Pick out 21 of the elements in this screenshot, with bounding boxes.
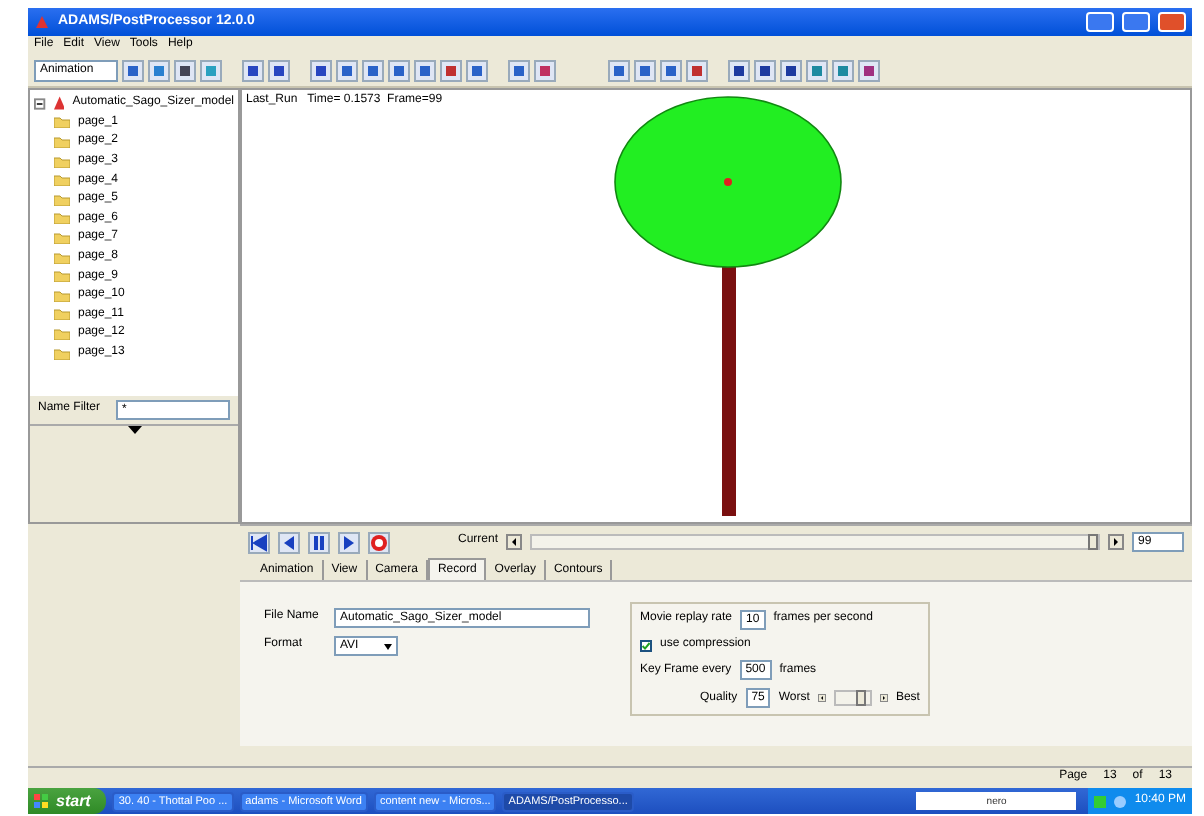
quality-slider[interactable]	[833, 690, 872, 707]
minimize-button[interactable]	[1086, 12, 1114, 32]
slider-thumb[interactable]	[855, 690, 866, 707]
scroll-left-icon[interactable]	[506, 534, 523, 550]
play-icon[interactable]	[338, 531, 360, 553]
stop-icon[interactable]	[368, 531, 390, 553]
windows-logo-icon	[34, 794, 48, 808]
caret-icon	[384, 643, 392, 649]
current-frame-slider[interactable]	[530, 534, 1100, 550]
slider-thumb[interactable]	[1088, 534, 1098, 550]
app-icon	[34, 14, 50, 30]
step-back-icon[interactable]	[278, 531, 300, 553]
close-button[interactable]	[1158, 12, 1186, 32]
scroll-right-icon[interactable]	[1108, 534, 1124, 550]
dropdown-arrow-icon[interactable]	[127, 426, 141, 434]
collapse-icon[interactable]	[34, 97, 46, 110]
start-button[interactable]: start	[28, 788, 107, 814]
checkbox[interactable]	[640, 639, 652, 652]
maximize-button[interactable]	[1122, 12, 1150, 32]
model-icon	[53, 96, 65, 111]
first-frame-icon[interactable]	[248, 531, 270, 553]
